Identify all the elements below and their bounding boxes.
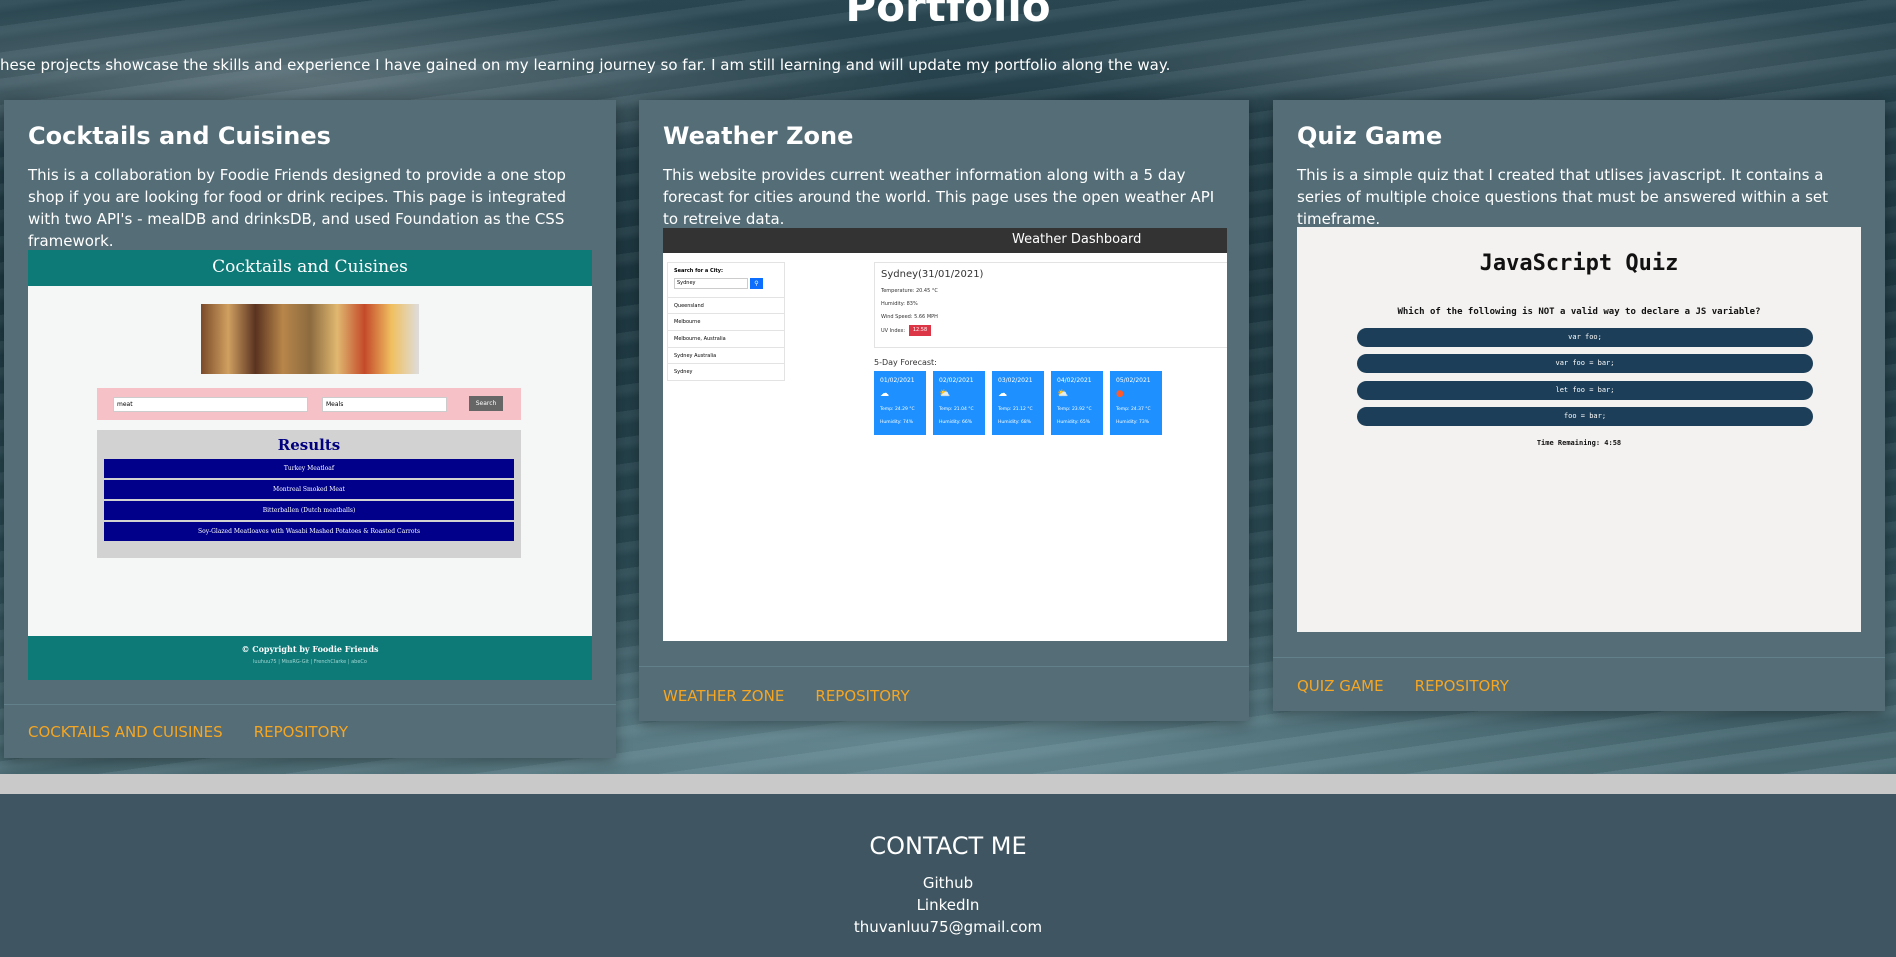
- sun-icon: ●: [1116, 389, 1124, 399]
- card-links: WEATHER ZONE REPOSITORY: [663, 686, 936, 705]
- quiz-question: Which of the following is NOT a valid wa…: [1397, 307, 1761, 317]
- forecast-date: 02/02/2021: [939, 377, 974, 384]
- city-item: Sydney: [668, 363, 784, 379]
- page-title: Portfolio: [845, 0, 1051, 31]
- city-item: Queensland: [668, 297, 784, 313]
- screenshot-header-title: Weather Dashboard: [1012, 232, 1142, 247]
- project-title: Quiz Game: [1297, 122, 1443, 150]
- result-row: Bitterballen (Dutch meatballs): [104, 501, 514, 520]
- email-link[interactable]: thuvanluu75@gmail.com: [0, 918, 1896, 936]
- uv-index-badge: 12.58: [909, 325, 931, 336]
- forecast-humidity: Humidity: 65%: [1057, 420, 1091, 425]
- card-divider: [639, 666, 1249, 667]
- current-wind: Wind Speed: 5.66 MPH: [881, 314, 938, 320]
- project-link-cocktails[interactable]: COCKTAILS AND CUISINES: [28, 723, 223, 741]
- screenshot-footer-links: luuhuu75 | MissRG-Git | FrenchClarke | a…: [253, 659, 367, 665]
- quiz-option: var foo;: [1357, 328, 1813, 347]
- result-row: Montreal Smoked Meat: [104, 480, 514, 499]
- forecast-title: 5-Day Forecast:: [874, 358, 937, 367]
- screenshot-search-label: Search for a City:: [674, 268, 724, 274]
- forecast-day: 05/02/2021 ● Temp: 24.37 °C Humidity: 73…: [1110, 371, 1162, 435]
- screenshot-footer: © Copyright by Foodie Friends luuhuu75 |…: [28, 636, 592, 680]
- forecast-temp: Temp: 21.04 °C: [939, 407, 974, 412]
- partly-cloudy-icon: ⛅: [1057, 389, 1069, 399]
- cloud-icon: ☁: [998, 389, 1007, 399]
- forecast-humidity: Humidity: 68%: [998, 420, 1032, 425]
- screenshot-header: Weather Dashboard: [663, 228, 1227, 253]
- intro-text: hese projects showcase the skills and ex…: [0, 56, 1171, 74]
- section-divider-strip: [0, 774, 1896, 794]
- cloud-icon: ☁: [880, 389, 889, 399]
- repository-link[interactable]: REPOSITORY: [1415, 677, 1509, 695]
- screenshot-search-button: Search: [469, 396, 503, 411]
- quiz-option: var foo = bar;: [1357, 354, 1813, 373]
- quiz-title: JavaScript Quiz: [1479, 251, 1679, 276]
- results-title: Results: [277, 436, 341, 454]
- linkedin-link[interactable]: LinkedIn: [0, 896, 1896, 914]
- forecast-day: 02/02/2021 ⛅ Temp: 21.04 °C Humidity: 66…: [933, 371, 985, 435]
- project-card-weather: Weather Zone This website provides curre…: [639, 100, 1249, 721]
- screenshot-results: Results Turkey Meatloaf Montreal Smoked …: [97, 430, 521, 558]
- repository-link[interactable]: REPOSITORY: [815, 687, 909, 705]
- screenshot-select: Meals: [322, 397, 447, 412]
- project-title: Weather Zone: [663, 122, 854, 150]
- forecast-date: 01/02/2021: [880, 377, 915, 384]
- screenshot-search-input: Sydney: [674, 278, 748, 289]
- project-title: Cocktails and Cuisines: [28, 122, 331, 150]
- current-city-title: Sydney(31/01/2021): [881, 269, 984, 280]
- project-card-cocktails: Cocktails and Cuisines This is a collabo…: [4, 100, 616, 758]
- project-screenshot: Weather Dashboard Search for a City: Syd…: [663, 228, 1227, 641]
- repository-link[interactable]: REPOSITORY: [254, 723, 348, 741]
- project-card-quiz: Quiz Game This is a simple quiz that I c…: [1273, 100, 1885, 711]
- project-description: This is a simple quiz that I created tha…: [1297, 166, 1829, 228]
- card-divider: [1273, 657, 1885, 658]
- card-links: QUIZ GAME REPOSITORY: [1297, 676, 1535, 695]
- card-links: COCKTAILS AND CUISINES REPOSITORY: [28, 722, 374, 741]
- screenshot-copyright: © Copyright by Foodie Friends: [241, 644, 379, 654]
- quiz-option: let foo = bar;: [1357, 381, 1813, 400]
- forecast-date: 04/02/2021: [1057, 377, 1092, 384]
- result-row: Soy-Glazed Meatloaves with Wasabi Mashed…: [104, 522, 514, 541]
- project-description: This is a collaboration by Foodie Friend…: [28, 166, 567, 250]
- quiz-timer: Time Remaining: 4:58: [1536, 439, 1622, 447]
- card-divider: [4, 704, 616, 705]
- forecast-temp: Temp: 23.92 °C: [1057, 407, 1092, 412]
- search-icon: ⚲: [750, 278, 763, 289]
- forecast-date: 03/02/2021: [998, 377, 1033, 384]
- project-screenshot: JavaScript Quiz Which of the following i…: [1297, 227, 1861, 632]
- current-temperature: Temperature: 20.45 °C: [881, 288, 938, 294]
- screenshot-current-weather: Sydney(31/01/2021) Temperature: 20.45 °C…: [874, 262, 1227, 348]
- forecast-day: 01/02/2021 ☁ Temp: 24.29 °C Humidity: 74…: [874, 371, 926, 435]
- screenshot-search-bar: meat Meals Search: [97, 388, 521, 420]
- project-screenshot: Cocktails and Cuisines meat Meals Search…: [28, 250, 592, 680]
- forecast-day: 03/02/2021 ☁ Temp: 21.12 °C Humidity: 68…: [992, 371, 1044, 435]
- quiz-option: foo = bar;: [1357, 407, 1813, 426]
- screenshot-city-sidebar: Search for a City: Sydney ⚲ Queensland M…: [667, 262, 785, 381]
- github-link[interactable]: Github: [0, 874, 1896, 892]
- hero-section: Portfolio hese projects showcase the ski…: [0, 0, 1896, 774]
- forecast-humidity: Humidity: 73%: [1116, 420, 1150, 425]
- contact-title: CONTACT ME: [869, 832, 1027, 860]
- contact-section: CONTACT ME Github LinkedIn thuvanluu75@g…: [0, 794, 1896, 957]
- city-item: Melbourne: [668, 313, 784, 329]
- partly-cloudy-icon: ⛅: [939, 389, 951, 399]
- city-item: Sydney Australia: [668, 347, 784, 363]
- screenshot-search-input: meat: [113, 397, 308, 412]
- project-description: This website provides current weather in…: [663, 166, 1215, 228]
- project-link-quiz[interactable]: QUIZ GAME: [1297, 677, 1384, 695]
- food-banner-image: [201, 304, 419, 374]
- forecast-humidity: Humidity: 66%: [939, 420, 973, 425]
- project-link-weather[interactable]: WEATHER ZONE: [663, 687, 784, 705]
- forecast-day: 04/02/2021 ⛅ Temp: 23.92 °C Humidity: 65…: [1051, 371, 1103, 435]
- forecast-temp: Temp: 21.12 °C: [998, 407, 1033, 412]
- city-item: Melbourne, Australia: [668, 330, 784, 346]
- forecast-temp: Temp: 24.37 °C: [1116, 407, 1151, 412]
- forecast-humidity: Humidity: 74%: [880, 420, 914, 425]
- current-humidity: Humidity: 83%: [881, 301, 918, 307]
- result-row: Turkey Meatloaf: [104, 459, 514, 478]
- screenshot-header: Cocktails and Cuisines: [28, 250, 592, 286]
- forecast-temp: Temp: 24.29 °C: [880, 407, 915, 412]
- uv-label: UV Index:: [881, 328, 906, 334]
- forecast-date: 05/02/2021: [1116, 377, 1151, 384]
